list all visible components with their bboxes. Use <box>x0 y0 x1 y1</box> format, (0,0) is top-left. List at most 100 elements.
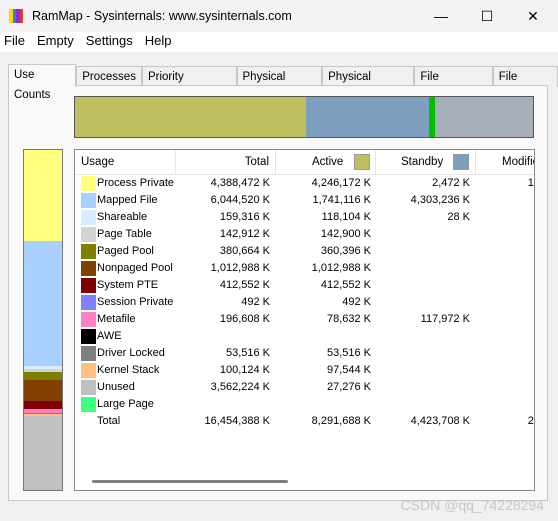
vbar-segment-nonpaged-pool <box>24 379 62 401</box>
vbar-segment-process-private <box>24 150 62 241</box>
table-body: Process Private 4,388,472 K 4,246,172 K 2,4… <box>75 175 535 430</box>
standby-value: 4,423,708 K <box>410 415 470 427</box>
table-row[interactable]: Kernel Stack 100,124 K 97,544 K <box>75 362 534 379</box>
total-value: 159,316 K <box>219 211 270 223</box>
menu-file[interactable]: File <box>0 32 31 52</box>
usage-name: Paged Pool <box>97 245 154 257</box>
total-value: 1,012,988 K <box>210 262 270 274</box>
standby-value: 117,972 K <box>420 313 470 325</box>
vbar-segment-paged-pool <box>24 371 62 380</box>
active-color-swatch <box>354 154 370 170</box>
active-value: 142,900 K <box>320 228 371 240</box>
table-row[interactable]: Large Page <box>75 396 534 413</box>
active-value: 27,276 K <box>326 381 371 393</box>
modified-value: 2 <box>476 243 535 260</box>
usage-color-swatch <box>81 227 96 242</box>
standby-value: 4,303,236 K <box>410 194 470 206</box>
vbar-segment-system-pte <box>24 400 62 410</box>
usage-name: Session Private <box>97 296 174 308</box>
usage-name: Unused <box>97 381 135 393</box>
table-row[interactable]: Page Table 142,912 K 142,900 K <box>75 226 534 243</box>
table-header: Usage Total Active Standby Modifie <box>75 150 534 175</box>
summary-segment-standby <box>305 97 430 137</box>
table-row[interactable]: Session Private 492 K 492 K <box>75 294 534 311</box>
usage-color-swatch <box>81 295 96 310</box>
usage-name: Metafile <box>97 313 136 325</box>
column-standby[interactable]: Standby <box>376 150 476 174</box>
total-value: 412,552 K <box>219 279 270 291</box>
minimize-button[interactable]: — <box>418 0 464 32</box>
total-value: 4,388,472 K <box>210 177 270 189</box>
total-value: 100,124 K <box>219 364 270 376</box>
tab-priority-summary[interactable]: Priority Summary <box>141 66 237 103</box>
usage-color-swatch <box>81 346 96 361</box>
usage-name: Page Table <box>97 228 152 240</box>
maximize-button[interactable]: ☐ <box>464 0 510 32</box>
tab-strip: Use Counts Processes Priority Summary Ph… <box>8 64 558 103</box>
table-row[interactable]: Mapped File 6,044,520 K 1,741,116 K 4,303,2… <box>75 192 534 209</box>
usage-color-swatch <box>81 193 96 208</box>
active-value: 360,396 K <box>320 245 371 257</box>
active-value: 97,544 K <box>326 364 371 376</box>
column-active[interactable]: Active <box>276 150 376 174</box>
column-total[interactable]: Total <box>176 150 276 174</box>
usage-color-swatch <box>81 312 96 327</box>
close-icon: ✕ <box>527 7 539 24</box>
horizontal-scrollbar[interactable] <box>76 475 533 489</box>
usage-name: Shareable <box>97 211 148 223</box>
table-row[interactable]: System PTE 412,552 K 412,552 K <box>75 277 534 294</box>
active-value: 118,104 K <box>321 211 371 223</box>
standby-value: 2,472 K <box>432 177 470 189</box>
menu-help[interactable]: Help <box>139 32 178 52</box>
tab-use-counts[interactable]: Use Counts <box>8 64 77 101</box>
table-row[interactable]: Paged Pool 380,664 K 360,396 K 2 <box>75 243 535 260</box>
usage-color-swatch <box>81 261 96 276</box>
summary-segment-active <box>75 97 306 137</box>
modified-value: 4 <box>476 209 535 226</box>
tab-file-details[interactable]: File Details <box>492 66 558 103</box>
total-value: 380,664 K <box>219 245 270 257</box>
summary-segment-other <box>434 97 533 137</box>
close-button[interactable]: ✕ <box>510 0 556 32</box>
usage-name: Large Page <box>97 398 154 410</box>
column-modified[interactable]: Modifie <box>476 150 534 174</box>
vbar-segment-unused <box>24 416 62 491</box>
rammap-app-icon <box>9 9 23 23</box>
column-usage[interactable]: Usage <box>75 150 176 174</box>
active-value: 8,291,688 K <box>311 415 371 427</box>
active-value: 1,741,116 K <box>312 194 371 206</box>
total-value: 196,608 K <box>219 313 270 325</box>
table-row[interactable]: Driver Locked 53,516 K 53,516 K <box>75 345 534 362</box>
modified-value: 13 <box>527 177 534 189</box>
title-bar: RamMap - Sysinternals: www.sysinternals.… <box>0 0 558 32</box>
memory-summary-bar <box>74 96 534 138</box>
tab-physical-ranges[interactable]: Physical Ranges <box>322 66 415 103</box>
watermark: CSDN @qq_74228294 <box>400 497 544 513</box>
usage-vertical-bar <box>23 149 63 491</box>
usage-color-swatch <box>81 397 96 412</box>
active-value: 4,246,172 K <box>311 177 371 189</box>
window-title: RamMap - Sysinternals: www.sysinternals.… <box>32 9 292 23</box>
table-row[interactable]: Unused 3,562,224 K 27,276 K <box>75 379 534 396</box>
table-row[interactable]: Shareable 159,316 K 118,104 K 28 K 4 <box>75 209 535 226</box>
use-counts-table[interactable]: Usage Total Active Standby Modifie Proce… <box>74 149 535 491</box>
tab-physical-pages[interactable]: Physical Pages <box>236 66 323 103</box>
menu-empty[interactable]: Empty <box>31 32 80 52</box>
menu-settings[interactable]: Settings <box>80 32 139 52</box>
total-value: 3,562,224 K <box>210 381 270 393</box>
tab-processes[interactable]: Processes <box>76 66 142 87</box>
usage-name: Mapped File <box>97 194 158 206</box>
usage-color-swatch <box>81 278 96 293</box>
table-row[interactable]: Nonpaged Pool 1,012,988 K 1,012,988 K <box>75 260 534 277</box>
usage-name: Total <box>97 415 121 427</box>
scrollbar-thumb[interactable] <box>92 480 288 483</box>
total-value: 142,912 K <box>219 228 270 240</box>
modified-value: 20 <box>527 415 534 427</box>
table-row[interactable]: Process Private 4,388,472 K 4,246,172 K 2,4… <box>75 175 534 192</box>
total-value: 16,454,388 K <box>204 415 270 427</box>
table-row[interactable]: AWE <box>75 328 534 345</box>
table-row[interactable]: Total 16,454,388 K 8,291,688 K 4,423,708 K 2… <box>75 413 534 430</box>
tab-file-summary[interactable]: File Summary <box>414 66 493 103</box>
usage-color-swatch <box>81 329 96 344</box>
table-row[interactable]: Metafile 196,608 K 78,632 K 117,972 K <box>75 311 534 328</box>
